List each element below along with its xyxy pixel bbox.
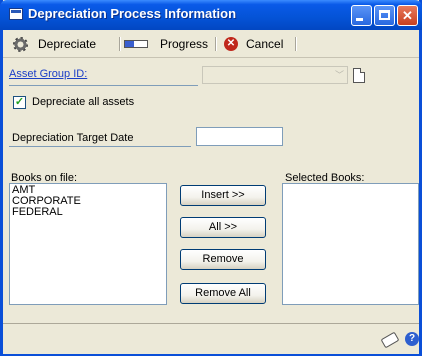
insert-button[interactable]: Insert >> xyxy=(180,185,266,206)
asset-group-id-combo[interactable]: ﹀ xyxy=(202,66,348,84)
progress-label: Progress xyxy=(160,37,209,51)
minimize-icon xyxy=(356,18,363,21)
field-underline xyxy=(9,146,191,147)
maximize-icon xyxy=(379,10,390,20)
window-title: Depreciation Process Information xyxy=(28,6,237,21)
toolbar-separator xyxy=(295,37,297,51)
window-icon xyxy=(9,8,23,20)
form-area: Asset Group ID: ﹀ ✓ Depreciate all asset… xyxy=(6,58,419,322)
depreciate-all-label: Depreciate all assets xyxy=(32,96,135,108)
close-icon: ✕ xyxy=(402,8,413,23)
window: Depreciation Process Information ✕ Depre… xyxy=(0,0,422,356)
maximize-button[interactable] xyxy=(374,5,395,26)
target-date-field[interactable] xyxy=(196,127,283,146)
status-bar: ? xyxy=(3,323,419,354)
selected-books-list[interactable] xyxy=(282,183,419,305)
cancel-label: Cancel xyxy=(246,37,284,51)
asset-group-id-link[interactable]: Asset Group ID: xyxy=(9,68,87,80)
all-button[interactable]: All >> xyxy=(180,217,266,238)
help-icon[interactable]: ? xyxy=(405,332,419,346)
depreciate-all-checkbox[interactable]: ✓ xyxy=(13,96,26,109)
toolbar-separator xyxy=(119,37,121,51)
gear-icon xyxy=(13,36,28,52)
lookup-icon[interactable] xyxy=(353,68,365,83)
chevron-down-icon[interactable]: ﹀ xyxy=(333,68,346,83)
progress-bar-icon xyxy=(124,40,148,48)
cancel-icon: ✕ xyxy=(224,37,238,51)
cancel-button[interactable]: ✕ Cancel xyxy=(224,36,283,52)
note-icon[interactable] xyxy=(380,331,400,349)
toolbar-separator xyxy=(215,37,217,51)
depreciate-button[interactable]: Depreciate xyxy=(13,36,96,52)
field-underline xyxy=(9,85,198,86)
progress-button[interactable]: Progress xyxy=(124,36,208,52)
depreciate-label: Depreciate xyxy=(38,37,97,51)
remove-all-button[interactable]: Remove All xyxy=(180,283,266,304)
remove-button[interactable]: Remove xyxy=(180,249,266,270)
title-bar[interactable]: Depreciation Process Information ✕ xyxy=(0,0,422,30)
target-date-label: Depreciation Target Date xyxy=(12,132,134,144)
books-on-file-list[interactable]: AMT CORPORATE FEDERAL xyxy=(9,183,167,305)
toolbar: Depreciate Progress ✕ Cancel xyxy=(3,30,419,58)
minimize-button[interactable] xyxy=(351,5,372,26)
close-button[interactable]: ✕ xyxy=(397,5,418,26)
list-item[interactable]: FEDERAL xyxy=(12,207,164,218)
